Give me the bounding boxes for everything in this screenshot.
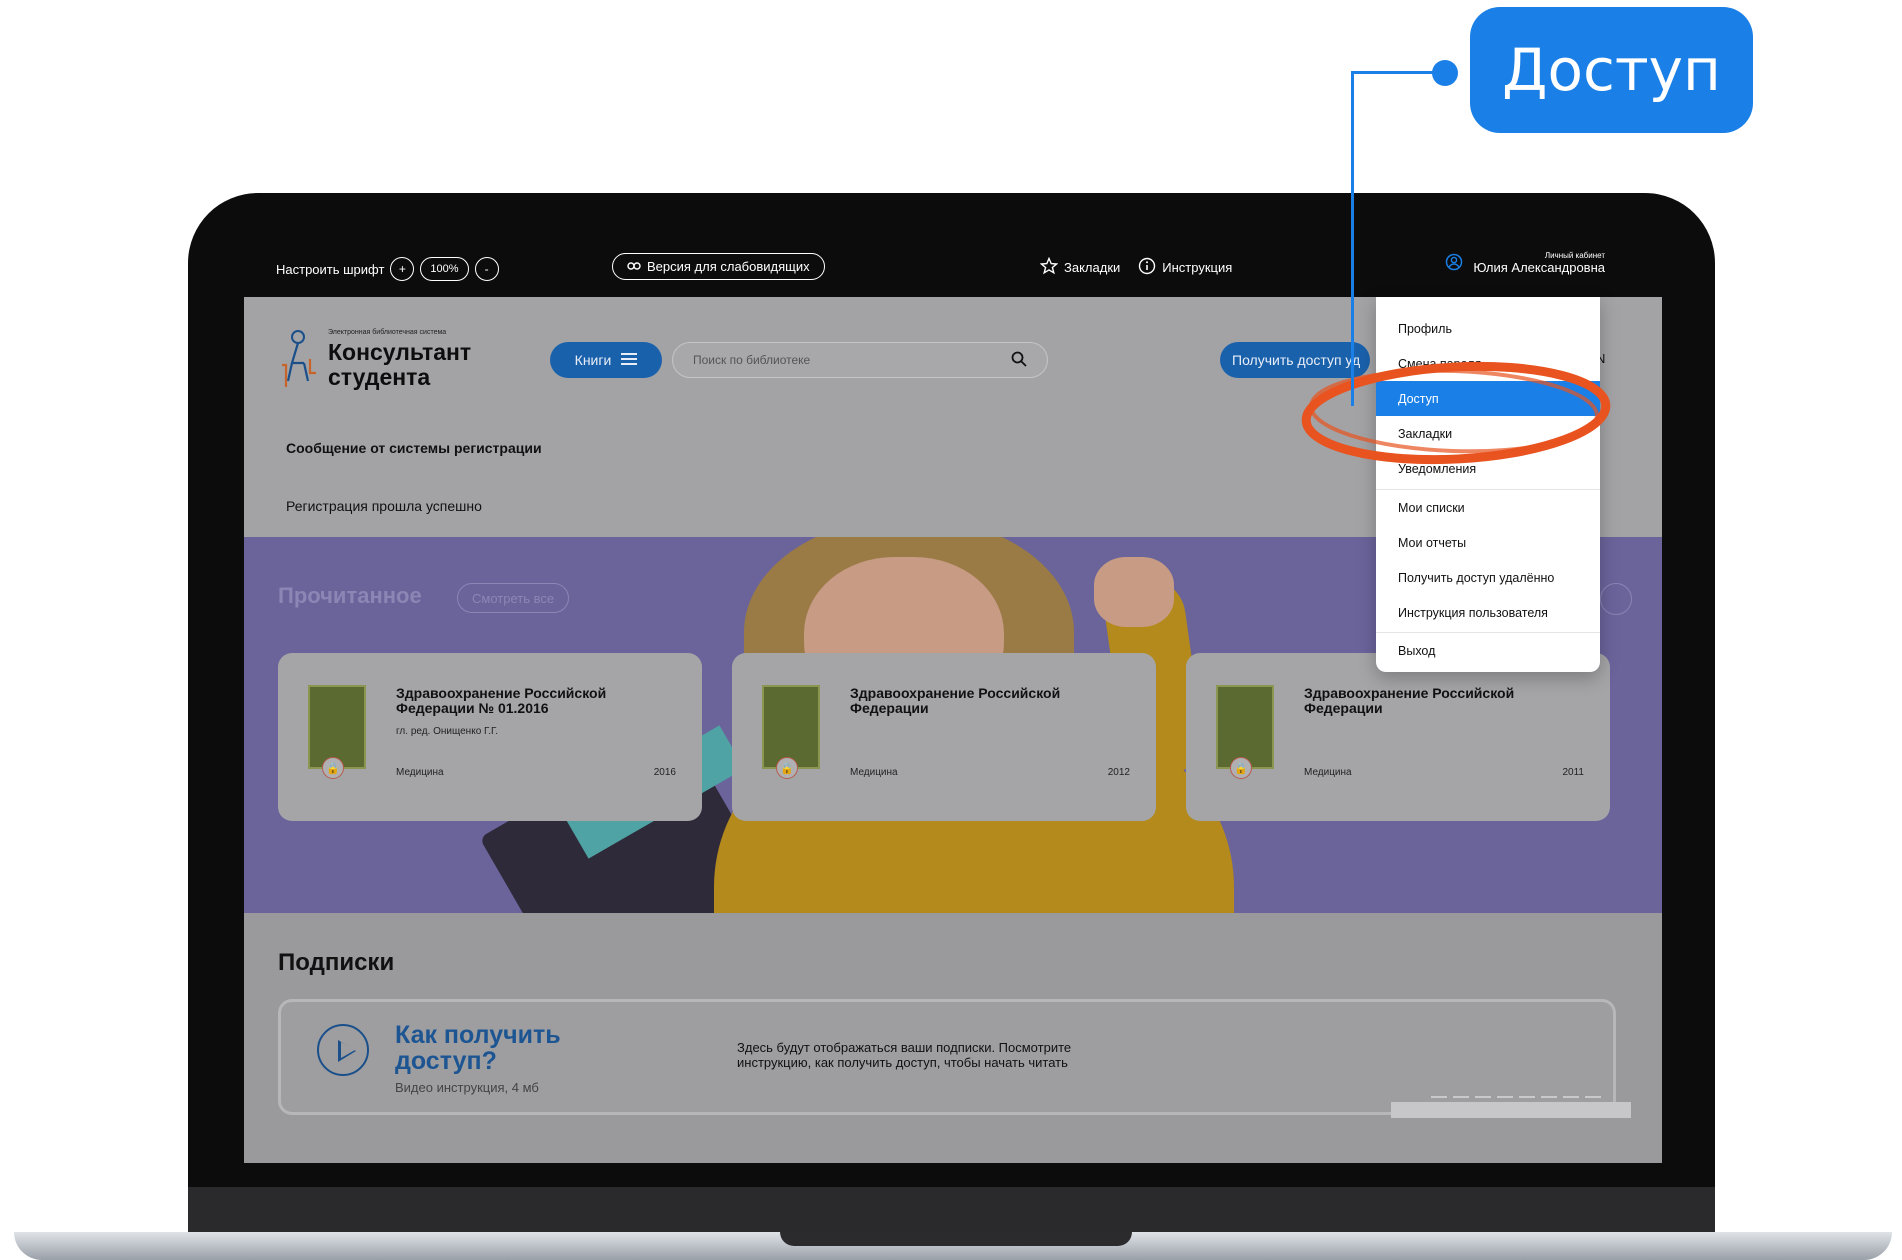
books-button-label: Книги [574, 352, 612, 368]
laptop-notch [780, 1232, 1132, 1246]
cabinet-label: Личный кабинет [1544, 251, 1605, 260]
low-vision-button[interactable]: Версия для слабовидящих [612, 253, 825, 280]
search-placeholder: Поиск по библиотеке [693, 353, 811, 367]
menu-item-profile[interactable]: Профиль [1376, 311, 1600, 346]
book-category: Медицина [850, 767, 898, 778]
message-text: Регистрация прошла успешно [286, 498, 482, 514]
book-year: 2011 [1562, 767, 1584, 778]
bookshelf-illustration [1431, 1008, 1601, 1098]
font-increase-button[interactable]: + [390, 257, 415, 281]
menu-item-logout[interactable]: Выход [1376, 633, 1600, 668]
menu-item-remote-access[interactable]: Получить доступ удалённо [1376, 560, 1600, 595]
book-author: гл. ред. Онищенко Г.Г. [396, 726, 498, 737]
books-button[interactable]: Книги [550, 342, 662, 378]
message-title: Сообщение от системы регистрации [286, 440, 542, 456]
font-settings: Настроить шрифт + 100% - [276, 257, 499, 281]
callout-label: Доступ [1470, 7, 1753, 133]
info-icon [1138, 257, 1156, 278]
subscriptions-title: Подписки [278, 949, 395, 976]
menu-item-user-guide[interactable]: Инструкция пользователя [1376, 595, 1600, 630]
glasses-icon [627, 259, 641, 274]
book-cover [1216, 685, 1274, 769]
star-icon [1039, 256, 1059, 278]
callout-dot [1432, 60, 1458, 86]
book-category: Медицина [1304, 767, 1352, 778]
book-cover [762, 685, 820, 769]
hero-photo-shape [1094, 557, 1174, 627]
font-settings-label: Настроить шрифт [276, 261, 385, 277]
search-input[interactable]: Поиск по библиотеке [672, 342, 1048, 378]
bookmarks-link[interactable]: Закладки [1039, 256, 1121, 278]
lock-icon: 🔒 [1230, 757, 1252, 779]
book-card[interactable]: 🔒 Здравоохранение Российской Федерации М… [1186, 653, 1610, 821]
font-zoom-value: 100% [420, 257, 469, 281]
subscriptions-card: Как получить доступ? Видео инструкция, 4… [278, 999, 1631, 1118]
lock-icon: 🔒 [322, 757, 344, 779]
subscriptions-text: Здесь будут отображаться ваши подписки. … [737, 1040, 1072, 1070]
instruction-label: Инструкция [1162, 260, 1233, 275]
book-title: Здравоохранение Российской Федерации [1304, 685, 1515, 716]
search-icon[interactable] [1011, 351, 1027, 370]
book-title: Здравоохранение Российской Федерации № 0… [396, 685, 607, 716]
book-card[interactable]: 🔒 Здравоохранение Российской Федерации М… [732, 653, 1156, 821]
menu-icon [621, 352, 638, 368]
user-icon [1445, 253, 1463, 274]
bookmarks-label: Закладки [1064, 260, 1121, 275]
user-cabinet[interactable]: Личный кабинет Юлия Александровна [1445, 251, 1605, 275]
see-all-button[interactable]: Смотреть все [457, 583, 570, 613]
bookshelf-illustration [1391, 1102, 1631, 1118]
site-logo[interactable]: Электронная библиотечная система Консуль… [278, 329, 471, 391]
book-year: 2012 [1107, 767, 1130, 778]
logo-mark-icon [278, 329, 318, 391]
instruction-link[interactable]: Инструкция [1138, 257, 1232, 278]
font-decrease-button[interactable]: - [474, 257, 499, 281]
book-year: 2016 [653, 767, 676, 778]
user-name: Юлия Александровна [1473, 260, 1605, 275]
highlight-circle [1301, 361, 1611, 465]
logo-subtitle: Электронная библиотечная система [328, 329, 447, 336]
book-card[interactable]: 🔒 Здравоохранение Российской Федерации №… [278, 653, 702, 821]
callout-pointer-line [1351, 71, 1354, 406]
book-cover [308, 685, 366, 769]
top-bar: Настроить шрифт + 100% - Версия для слаб… [188, 245, 1715, 297]
low-vision-label: Версия для слабовидящих [647, 259, 810, 274]
book-title: Здравоохранение Российской Федерации [850, 685, 1061, 716]
how-to-access-link[interactable]: Как получить доступ? [395, 1022, 595, 1074]
logo-line-1: Консультант [328, 339, 472, 365]
menu-item-my-lists[interactable]: Мои списки [1376, 490, 1600, 525]
laptop-bezel [188, 1187, 1715, 1232]
logo-line-2: студента [328, 364, 431, 390]
carousel-next-button[interactable] [1600, 583, 1632, 615]
video-instruction-info: Видео инструкция, 4 мб [395, 1080, 539, 1095]
top-links: Закладки Инструкция [1039, 256, 1232, 278]
play-icon[interactable] [317, 1024, 369, 1076]
lock-icon: 🔒 [776, 757, 798, 779]
recently-read-title: Прочитанное [278, 583, 422, 608]
menu-item-my-reports[interactable]: Мои отчеты [1376, 525, 1600, 560]
book-category: Медицина [396, 767, 444, 778]
